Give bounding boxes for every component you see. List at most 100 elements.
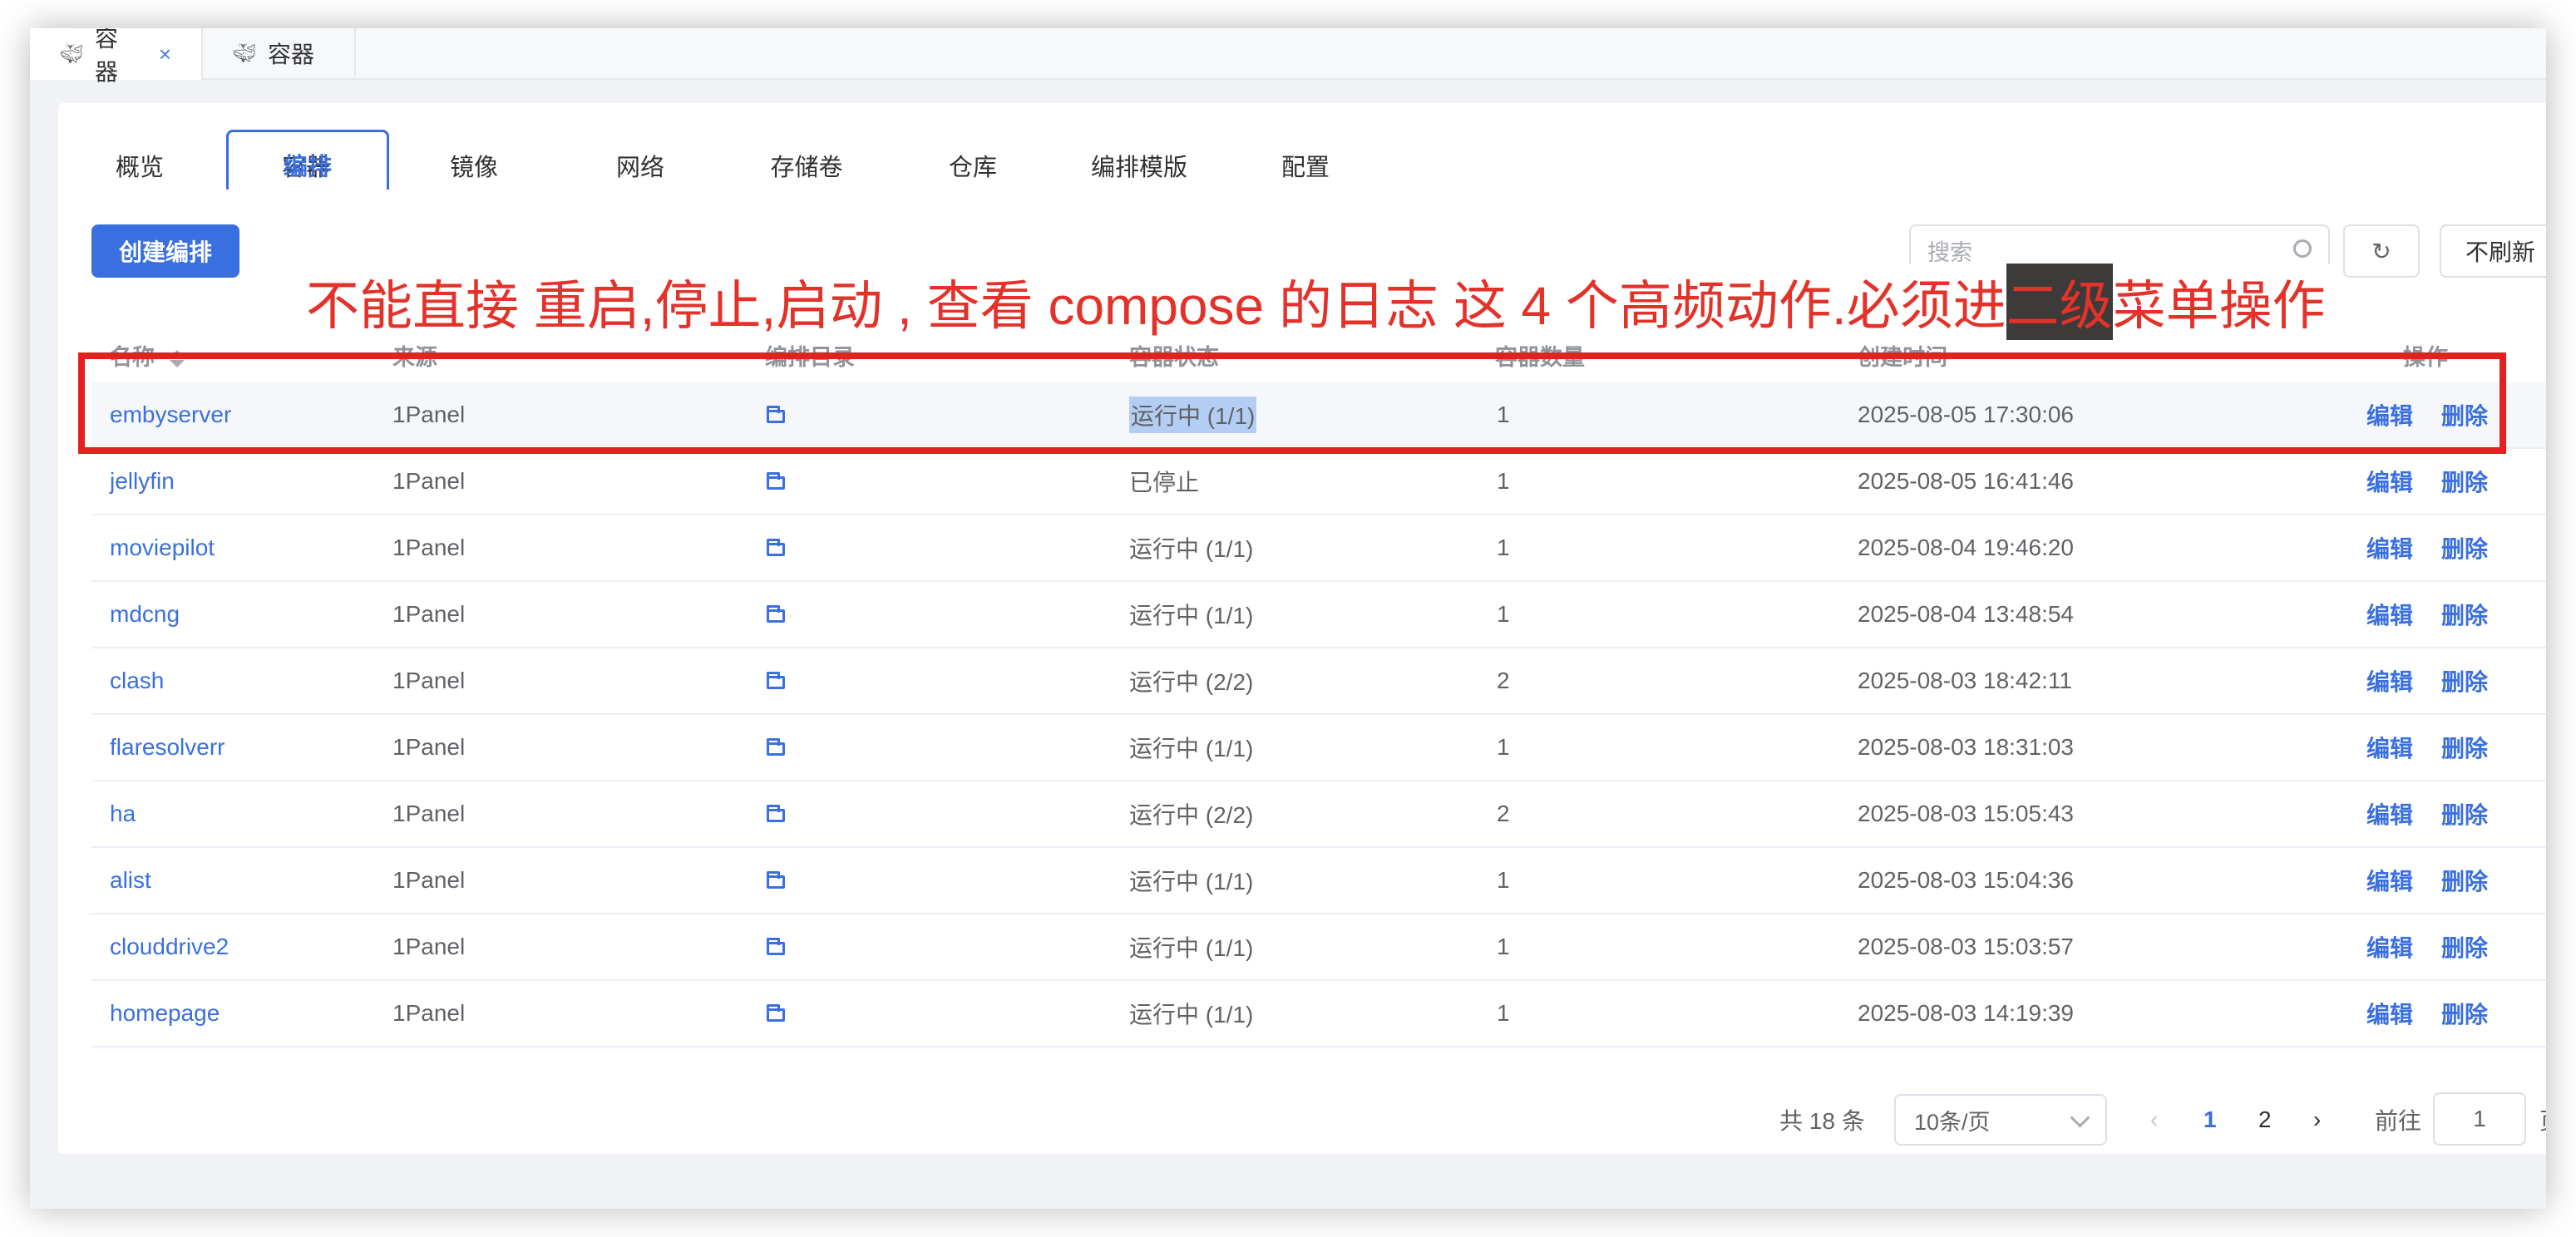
container-count-cell: 2 [1497,801,1510,826]
source-cell: 1Panel [392,934,466,959]
refresh-interval-select[interactable]: 不刷新 [2440,224,2546,278]
compose-name-link[interactable]: ha [110,781,136,846]
table-row[interactable]: moviepilot 1Panel 运行中 (1/1) 1 2025-08-04 19:… [91,515,2546,582]
table-row[interactable]: flaresolverr 1Panel 运行中 (1/1) 1 2025-08-03 1… [91,715,2546,781]
source-cell: 1Panel [392,668,466,693]
search-placeholder: 搜索 [1927,239,1972,265]
folder-icon[interactable] [767,715,785,780]
compose-name-link[interactable]: homepage [110,981,220,1046]
docker-whale-icon: 🐳︎ [60,43,83,64]
edit-button[interactable]: 编辑 [2366,981,2413,1046]
source-cell: 1Panel [392,867,466,893]
annotation-text: 不能直接 重启,停止,启动 , 查看 compose 的日志 这 4 个高频动作… [299,264,2332,340]
folder-icon[interactable] [767,648,785,713]
page-tab-containers-2[interactable]: 🐳︎ 容器 [203,28,356,78]
edit-button[interactable]: 编辑 [2366,914,2413,979]
docker-whale-icon: 🐳︎ [233,42,256,63]
compose-name-link[interactable]: mdcng [110,582,180,647]
table-row[interactable]: jellyfin 1Panel 已停止 1 2025-08-05 16:41:46 编辑删… [91,449,2546,515]
compose-name-link[interactable]: flaresolverr [110,715,225,780]
page-tab-containers-1[interactable]: 🐳︎ 容器 × [30,28,203,85]
goto-label: 前往 [2375,1108,2422,1134]
edit-button[interactable]: 编辑 [2366,515,2413,580]
page-size-select[interactable]: 10条/页 [1894,1094,2107,1146]
close-icon[interactable]: × [159,42,171,67]
create-compose-button[interactable]: 创建编排 [91,224,239,278]
page-tab-bar: 🐳︎ 容器 × 🐳︎ 容器 [30,28,2546,85]
container-count-cell: 1 [1497,1000,1510,1026]
status-cell: 运行中 (1/1) [1129,603,1254,628]
edit-button[interactable]: 编辑 [2366,848,2413,913]
status-cell: 运行中 (1/1) [1129,869,1254,894]
folder-icon[interactable] [767,781,785,846]
source-cell: 1Panel [392,601,466,627]
annotation-highlight-box [78,352,2506,454]
prev-page-button[interactable]: ‹ [2150,1094,2158,1146]
table-row[interactable]: clouddrive2 1Panel 运行中 (1/1) 1 2025-08-03 15… [91,914,2546,981]
search-icon [2293,239,2312,258]
folder-icon[interactable] [767,515,785,580]
created-time-cell: 2025-08-03 14:19:39 [1858,1000,2074,1026]
folder-icon[interactable] [767,449,785,514]
table-row[interactable]: clash 1Panel 运行中 (2/2) 2 2025-08-03 18:42:11… [91,648,2546,715]
refresh-button[interactable]: ↻ [2343,224,2420,278]
container-count-cell: 1 [1497,867,1510,893]
source-cell: 1Panel [392,535,466,560]
compose-name-link[interactable]: moviepilot [110,515,215,580]
page-number-1[interactable]: 1 [2203,1094,2217,1146]
edit-button[interactable]: 编辑 [2366,449,2413,514]
edit-button[interactable]: 编辑 [2366,648,2413,713]
table-row[interactable]: alist 1Panel 运行中 (1/1) 1 2025-08-03 15:04:36… [91,848,2546,914]
delete-button[interactable]: 删除 [2441,582,2488,647]
folder-icon[interactable] [767,848,785,913]
compose-name-link[interactable]: clash [110,648,164,713]
page-tab-label: 容器 [94,28,118,85]
status-cell: 运行中 (2/2) [1129,802,1254,828]
compose-name-link[interactable]: clouddrive2 [110,914,229,979]
section-menu: 概览 容器 编排 镜像 网络 存储卷 仓库 编排模版 配置 [58,103,2546,200]
folder-icon[interactable] [767,582,785,647]
source-cell: 1Panel [392,734,466,760]
delete-button[interactable]: 删除 [2441,914,2488,979]
table-row[interactable]: mdcng 1Panel 运行中 (1/1) 1 2025-08-04 13:48:54… [91,582,2546,648]
created-time-cell: 2025-08-04 19:46:20 [1858,535,2074,560]
created-time-cell: 2025-08-04 13:48:54 [1858,601,2074,627]
delete-button[interactable]: 删除 [2441,848,2488,913]
table-row[interactable]: homepage 1Panel 运行中 (1/1) 1 2025-08-03 14:19… [91,981,2546,1047]
folder-icon[interactable] [767,914,785,979]
created-time-cell: 2025-08-03 15:04:36 [1858,867,2074,893]
delete-button[interactable]: 删除 [2441,715,2488,780]
delete-button[interactable]: 删除 [2441,449,2488,514]
page-number-2[interactable]: 2 [2258,1094,2272,1146]
edit-button[interactable]: 编辑 [2366,715,2413,780]
status-cell: 运行中 (1/1) [1129,935,1254,961]
next-page-button[interactable]: › [2313,1094,2321,1146]
container-count-cell: 1 [1497,468,1510,494]
delete-button[interactable]: 删除 [2441,981,2488,1046]
container-count-cell: 1 [1497,934,1510,959]
chevron-down-icon [2070,1107,2090,1128]
compose-name-link[interactable]: alist [110,848,151,913]
delete-button[interactable]: 删除 [2441,781,2488,846]
table-row[interactable]: ha 1Panel 运行中 (2/2) 2 2025-08-03 15:05:43 编辑删… [91,781,2546,848]
created-time-cell: 2025-08-05 16:41:46 [1858,468,2074,494]
container-count-cell: 2 [1497,668,1510,693]
created-time-cell: 2025-08-03 18:42:11 [1858,668,2072,693]
container-count-cell: 1 [1497,601,1510,627]
source-cell: 1Panel [392,468,466,494]
source-cell: 1Panel [392,1000,466,1026]
app-window: 🐳︎ 容器 × 🐳︎ 容器 概览 容器 编排 镜像 网络 存储卷 仓库 编排模版… [30,28,2546,1209]
status-cell: 运行中 (1/1) [1129,536,1254,562]
edit-button[interactable]: 编辑 [2366,582,2413,647]
delete-button[interactable]: 删除 [2441,648,2488,713]
page-tab-label: 容器 [267,42,314,67]
compose-name-link[interactable]: jellyfin [110,449,175,514]
folder-icon[interactable] [767,981,785,1046]
delete-button[interactable]: 删除 [2441,515,2488,580]
goto-page-input[interactable]: 1 [2433,1092,2526,1146]
status-cell: 运行中 (1/1) [1129,1002,1254,1028]
created-time-cell: 2025-08-03 18:31:03 [1858,734,2074,760]
edit-button[interactable]: 编辑 [2366,781,2413,846]
status-cell: 运行中 (1/1) [1129,736,1254,761]
created-time-cell: 2025-08-03 15:05:43 [1858,801,2074,826]
